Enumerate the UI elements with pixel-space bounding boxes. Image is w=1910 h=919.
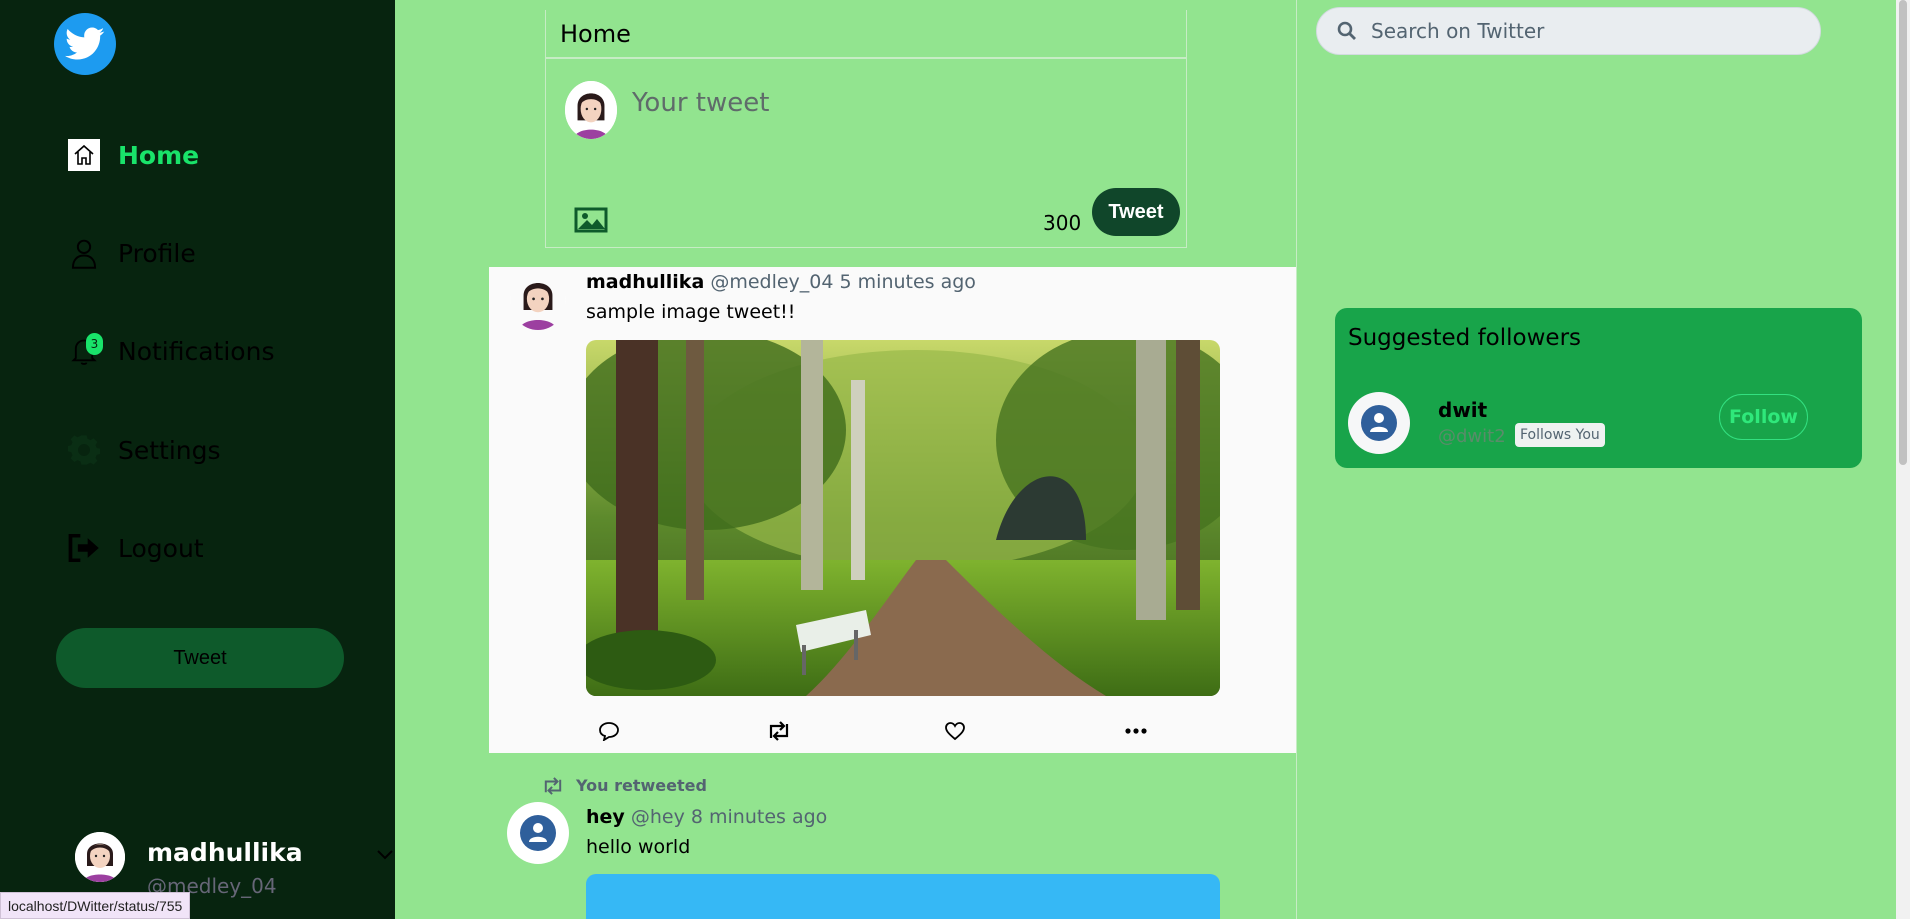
avatar xyxy=(75,832,125,882)
search-input[interactable] xyxy=(1371,19,1791,43)
home-icon xyxy=(66,137,102,173)
sidebar: Home Profile 3 Notifications Settings Lo… xyxy=(0,0,395,919)
tweet-submit-button[interactable]: Tweet xyxy=(1092,188,1180,236)
notification-badge: 3 xyxy=(86,333,103,355)
retweet-label-text: You retweeted xyxy=(576,776,707,795)
more-options-icon[interactable] xyxy=(1121,716,1151,746)
nav-home[interactable]: Home xyxy=(66,135,199,175)
character-counter: 300 xyxy=(1043,211,1082,235)
nav-settings-label: Settings xyxy=(118,435,221,465)
suggested-user-name[interactable]: dwit xyxy=(1438,398,1487,422)
like-heart-icon[interactable] xyxy=(940,716,970,746)
sidebar-tweet-button[interactable]: Tweet xyxy=(56,628,344,688)
tweet-author-name[interactable]: madhullika xyxy=(586,271,704,293)
suggested-followers-title: Suggested followers xyxy=(1348,325,1582,351)
scrollbar[interactable] xyxy=(1896,0,1910,919)
search-icon xyxy=(1337,21,1356,40)
tweet-header: madhullika @medley_04 5 minutes ago xyxy=(586,271,976,293)
avatar[interactable] xyxy=(510,270,566,330)
nav-logout[interactable]: Logout xyxy=(66,528,204,568)
page-title: Home xyxy=(546,10,1186,59)
nav-home-label: Home xyxy=(118,140,200,170)
avatar[interactable] xyxy=(507,802,569,864)
logout-icon xyxy=(66,530,102,566)
nav-profile[interactable]: Profile xyxy=(66,233,196,273)
tweet-image[interactable] xyxy=(586,340,1220,696)
nav-logout-label: Logout xyxy=(118,533,204,563)
profile-icon xyxy=(66,235,102,271)
default-user-icon xyxy=(520,815,556,851)
search-bar[interactable] xyxy=(1316,7,1821,55)
retweet-indicator: You retweeted xyxy=(540,776,707,795)
girl-avatar-icon xyxy=(75,832,125,882)
avatar xyxy=(565,81,617,139)
reply-icon[interactable] xyxy=(594,716,624,746)
tweet-timestamp: 5 minutes ago xyxy=(839,271,976,293)
retweet-icon xyxy=(544,776,562,795)
tweet-actions xyxy=(586,716,1226,746)
follow-button[interactable]: Follow xyxy=(1719,394,1808,440)
tweet-author-name[interactable]: hey xyxy=(586,806,625,828)
account-name: madhullika xyxy=(147,838,303,867)
tweet-image[interactable] xyxy=(586,874,1220,919)
twitter-logo-icon[interactable] xyxy=(54,13,116,75)
tweet-author-handle: @medley_04 xyxy=(710,271,834,293)
suggested-user-handle: @dwit2 xyxy=(1438,426,1506,447)
tweet-text: hello world xyxy=(586,836,691,858)
nav-notifications[interactable]: 3 Notifications xyxy=(66,331,274,371)
forest-path-image xyxy=(586,340,1220,696)
suggested-followers-panel: Suggested followers dwit @dwit2 Follows … xyxy=(1335,308,1862,468)
tweet-text: sample image tweet!! xyxy=(586,301,796,323)
nav-settings[interactable]: Settings xyxy=(66,430,221,470)
column-divider xyxy=(1296,0,1297,919)
girl-avatar-icon xyxy=(565,81,617,139)
gear-icon xyxy=(66,432,102,468)
avatar[interactable] xyxy=(1348,392,1410,454)
scrollbar-thumb[interactable] xyxy=(1899,0,1907,465)
default-user-icon xyxy=(1361,405,1397,441)
follows-you-badge: Follows You xyxy=(1515,423,1605,447)
tweet-input[interactable] xyxy=(632,88,1162,118)
compose-box: Home 300 Tweet xyxy=(545,10,1187,248)
main-feed: Home 300 Tweet xyxy=(395,0,1296,919)
chevron-down-icon xyxy=(377,850,393,860)
browser-status-url: localhost/DWitter/status/755 xyxy=(0,892,191,919)
tweet-timestamp: 8 minutes ago xyxy=(690,806,828,828)
tweet-card[interactable]: madhullika @medley_04 5 minutes ago samp… xyxy=(489,267,1296,753)
tweet-header: hey @hey 8 minutes ago xyxy=(586,806,827,828)
nav-notifications-label: Notifications xyxy=(118,336,275,366)
tweet-author-handle: @hey xyxy=(630,806,685,828)
nav-profile-label: Profile xyxy=(118,238,196,268)
retweet-icon[interactable] xyxy=(764,716,794,746)
image-upload-icon[interactable] xyxy=(574,206,608,234)
bell-icon: 3 xyxy=(66,333,103,369)
girl-avatar-icon xyxy=(510,270,566,330)
